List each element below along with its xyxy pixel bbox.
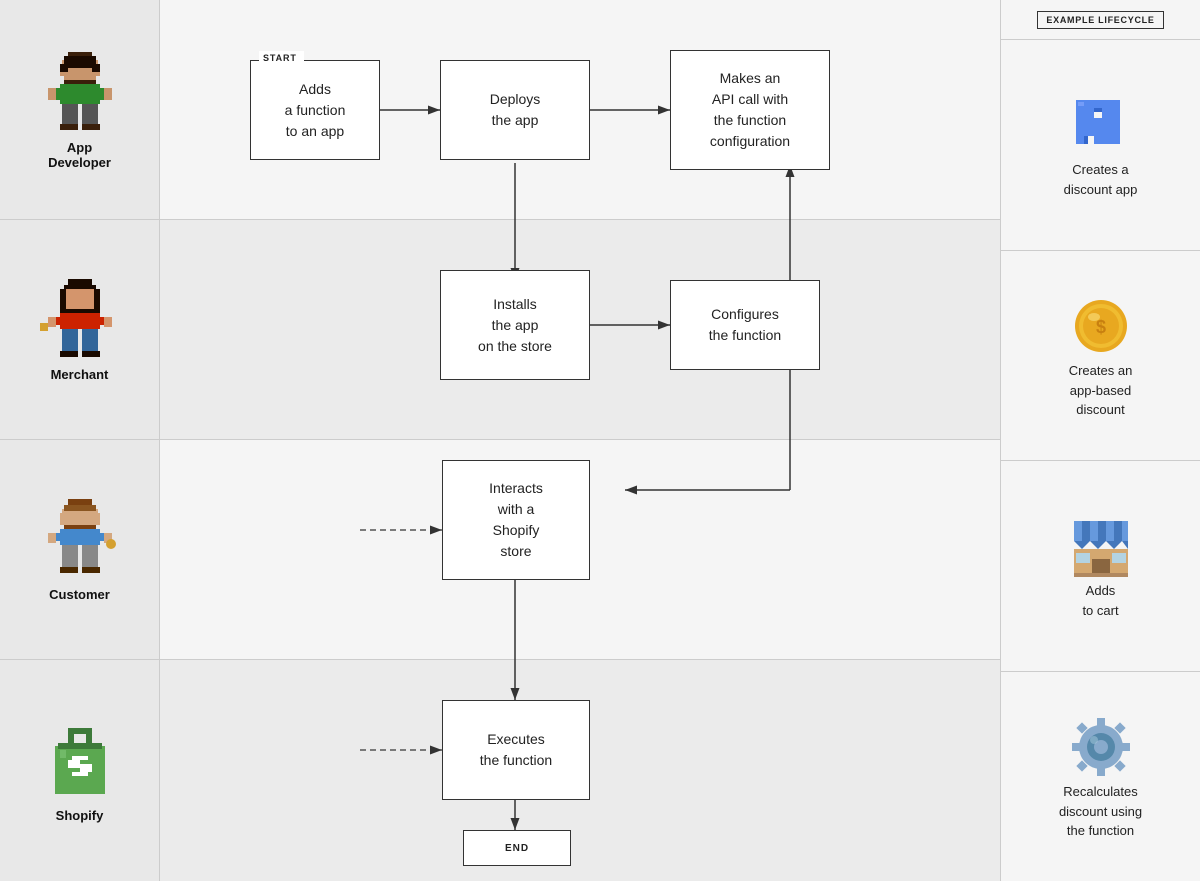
sidebar-add-cart: Addsto cart — [1001, 461, 1200, 672]
install-box-content: Installsthe appon the store — [478, 294, 552, 357]
actor-cell-shopify: Shopify — [0, 660, 160, 881]
sidebar-header-box: EXAMPLE LIFECYCLE — [1037, 11, 1163, 29]
flow-section: START START Addsa functionto an app Depl… — [160, 0, 1000, 881]
actor-cell-customer: Customer — [0, 440, 160, 660]
sidebar-header: EXAMPLE LIFECYCLE — [1001, 0, 1200, 40]
install-box: Installsthe appon the store — [440, 270, 590, 380]
actors-column: App Developer — [0, 0, 160, 881]
end-box-label: END — [505, 843, 529, 854]
merchant-icon — [40, 277, 120, 367]
sidebar-recalculate: Recalculatesdiscount usingthe function — [1001, 672, 1200, 881]
sidebar-app-discount-text: Creates anapp-baseddiscount — [1069, 361, 1133, 420]
execute-box: Executesthe function — [442, 700, 590, 800]
sidebar-discount-app: Creates adiscount app — [1001, 40, 1200, 251]
start-box: START START Addsa functionto an app — [250, 60, 380, 160]
deploy-box: Deploysthe app — [440, 60, 590, 160]
actor-cell-app-developer: App Developer — [0, 0, 160, 220]
svg-text:$: $ — [1095, 317, 1105, 337]
merchant-label: Merchant — [51, 367, 109, 382]
shopify-store-content: Interactswith aShopifystore — [489, 478, 543, 562]
configure-box-content: Configuresthe function — [709, 304, 781, 346]
shopify-label: Shopify — [56, 808, 104, 823]
api-box-content: Makes anAPI call withthe functionconfigu… — [710, 68, 790, 152]
diagram-container: App Developer — [0, 0, 1200, 881]
deploy-box-content: Deploysthe app — [490, 89, 541, 131]
start-box-content: Addsa functionto an app — [285, 79, 346, 142]
end-box: END — [463, 830, 571, 866]
sidebar-recalculate-text: Recalculatesdiscount usingthe function — [1059, 782, 1142, 841]
right-sidebar: EXAMPLE LIFECYCLE Creates adiscount app — [1000, 0, 1200, 881]
customer-label: Customer — [49, 587, 110, 602]
app-developer-label: App Developer — [48, 140, 111, 170]
puzzle-icon — [1066, 90, 1136, 160]
store-icon — [1066, 511, 1136, 581]
sidebar-add-cart-text: Addsto cart — [1082, 581, 1118, 620]
gear-icon — [1066, 712, 1136, 782]
shopify-store-box: Interactswith aShopifystore — [442, 460, 590, 580]
sidebar-app-discount: $ Creates anapp-baseddiscount — [1001, 251, 1200, 462]
start-box-text: START — [259, 52, 301, 66]
coin-icon: $ — [1066, 291, 1136, 361]
sidebar-discount-app-text: Creates adiscount app — [1064, 160, 1138, 199]
shopify-icon — [40, 718, 120, 808]
customer-icon — [40, 497, 120, 587]
execute-box-content: Executesthe function — [480, 729, 552, 771]
api-box: Makes anAPI call withthe functionconfigu… — [670, 50, 830, 170]
app-developer-icon — [40, 50, 120, 140]
configure-box: Configuresthe function — [670, 280, 820, 370]
actor-cell-merchant: Merchant — [0, 220, 160, 440]
